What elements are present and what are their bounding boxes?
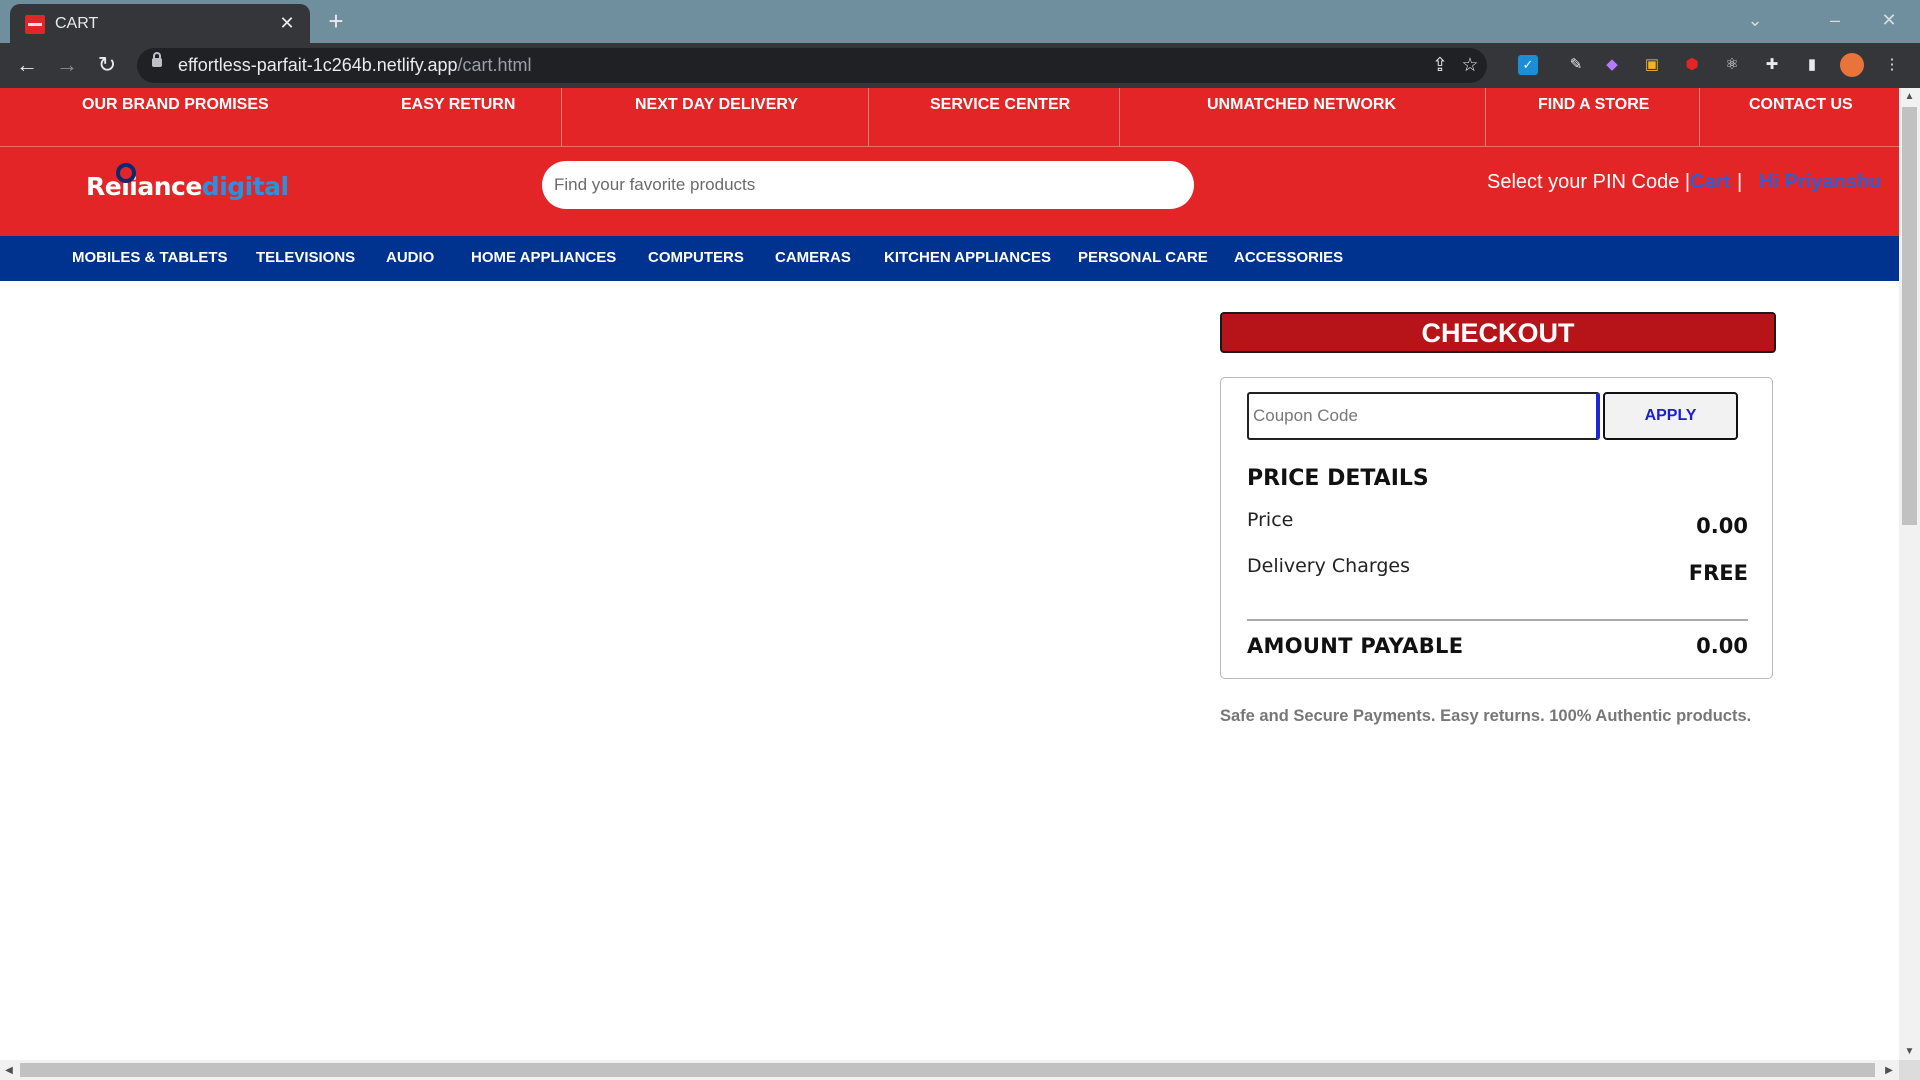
extension-purple-icon[interactable]: ◆ bbox=[1600, 53, 1624, 77]
secure-payments-note: Safe and Secure Payments. Easy returns. … bbox=[1220, 707, 1752, 725]
divider bbox=[868, 88, 869, 146]
scroll-right-icon[interactable]: ▶ bbox=[1880, 1062, 1898, 1079]
scroll-up-icon[interactable]: ▲ bbox=[1899, 88, 1920, 105]
promise-find-store[interactable]: FIND A STORE bbox=[1538, 96, 1649, 114]
apply-coupon-button[interactable]: APPLY bbox=[1603, 392, 1738, 440]
cart-link[interactable]: Cart bbox=[1690, 171, 1730, 194]
divider bbox=[561, 88, 562, 146]
site-favicon-icon bbox=[25, 15, 45, 34]
extension-stop-icon[interactable]: ⬢ bbox=[1680, 53, 1704, 77]
scrollbar-corner bbox=[1899, 1060, 1920, 1080]
promise-contact-us[interactable]: CONTACT US bbox=[1749, 96, 1853, 114]
brand-promises-bar: OUR BRAND PROMISES EASY RETURN NEXT DAY … bbox=[0, 88, 1899, 147]
horizontal-scrollbar[interactable]: ◀ ▶ bbox=[0, 1060, 1899, 1080]
price-details-title: PRICE DETAILS bbox=[1247, 466, 1429, 491]
new-tab-icon[interactable]: + bbox=[322, 8, 350, 35]
reload-icon[interactable]: ↻ bbox=[92, 50, 122, 80]
forward-icon[interactable]: → bbox=[52, 50, 82, 80]
extension-react-icon[interactable]: ⚛ bbox=[1720, 53, 1744, 77]
address-bar[interactable]: effortless-parfait-1c264b.netlify.app/ca… bbox=[137, 48, 1487, 83]
site-header: Reliancedigital Select your PIN Code | C… bbox=[0, 147, 1899, 236]
side-panel-icon[interactable]: ▮ bbox=[1800, 53, 1824, 77]
category-home-appliances[interactable]: HOME APPLIANCES bbox=[471, 249, 616, 266]
divider bbox=[1247, 619, 1748, 621]
close-tab-icon[interactable]: ✕ bbox=[276, 12, 298, 34]
logo-ring-icon bbox=[116, 163, 136, 183]
category-mobiles-tablets[interactable]: MOBILES & TABLETS bbox=[72, 249, 228, 266]
divider bbox=[1119, 88, 1120, 146]
lock-icon bbox=[152, 52, 162, 67]
promise-next-day-delivery[interactable]: NEXT DAY DELIVERY bbox=[635, 96, 798, 114]
scroll-down-icon[interactable]: ▼ bbox=[1899, 1043, 1920, 1060]
amount-payable-value: 0.00 bbox=[1696, 634, 1748, 658]
back-icon[interactable]: ← bbox=[12, 50, 42, 80]
category-computers[interactable]: COMPUTERS bbox=[648, 249, 744, 266]
vertical-scrollbar[interactable]: ▲ ▼ bbox=[1899, 88, 1920, 1060]
price-details-card: APPLY PRICE DETAILS Price 0.00 Delivery … bbox=[1220, 377, 1773, 679]
browser-tab[interactable]: CART ✕ bbox=[10, 4, 310, 43]
amount-payable-label: AMOUNT PAYABLE bbox=[1247, 634, 1464, 658]
search-input[interactable] bbox=[542, 161, 1194, 209]
category-audio[interactable]: AUDIO bbox=[386, 249, 434, 266]
header-separator: | bbox=[1737, 171, 1743, 193]
horizontal-scroll-thumb[interactable] bbox=[20, 1063, 1875, 1077]
tab-title: CART bbox=[55, 15, 99, 32]
promise-service-center[interactable]: SERVICE CENTER bbox=[930, 96, 1070, 114]
promise-easy-return[interactable]: EASY RETURN bbox=[401, 96, 515, 114]
price-label: Price bbox=[1247, 509, 1294, 531]
promise-unmatched-network[interactable]: UNMATCHED NETWORK bbox=[1207, 96, 1396, 114]
share-icon[interactable]: ⇪ bbox=[1427, 53, 1453, 79]
tab-search-icon[interactable]: ⌄ bbox=[1735, 6, 1775, 34]
checkout-button[interactable]: CHECKOUT bbox=[1220, 312, 1776, 353]
scroll-left-icon[interactable]: ◀ bbox=[0, 1062, 18, 1079]
logo-text-reliance: Reliance bbox=[86, 172, 202, 201]
price-value: 0.00 bbox=[1696, 514, 1748, 538]
divider bbox=[1699, 88, 1700, 146]
category-nav: MOBILES & TABLETS TELEVISIONS AUDIO HOME… bbox=[0, 236, 1899, 281]
user-greeting[interactable]: Hi Priyanshu bbox=[1759, 171, 1881, 194]
category-televisions[interactable]: TELEVISIONS bbox=[256, 249, 355, 266]
extension-pen-icon[interactable]: ✎ bbox=[1564, 53, 1588, 77]
profile-avatar-icon[interactable] bbox=[1840, 53, 1864, 77]
extension-note-icon[interactable]: ▣ bbox=[1640, 53, 1664, 77]
minimize-icon[interactable]: – bbox=[1815, 6, 1855, 34]
category-accessories[interactable]: ACCESSORIES bbox=[1234, 249, 1343, 266]
reliance-digital-logo[interactable]: Reliancedigital bbox=[86, 163, 289, 212]
divider bbox=[1485, 88, 1486, 146]
coupon-code-input[interactable] bbox=[1247, 392, 1600, 440]
extensions-puzzle-icon[interactable]: ✚ bbox=[1760, 53, 1784, 77]
menu-kebab-icon[interactable]: ⋮ bbox=[1880, 53, 1904, 77]
browser-tabstrip: CART ✕ + ⌄ – ✕ bbox=[0, 0, 1920, 43]
url-text: effortless-parfait-1c264b.netlify.app/ca… bbox=[178, 55, 532, 75]
category-personal-care[interactable]: PERSONAL CARE bbox=[1078, 249, 1208, 266]
delivery-charges-label: Delivery Charges bbox=[1247, 555, 1410, 577]
vertical-scroll-thumb[interactable] bbox=[1902, 107, 1917, 525]
logo-text-digital: digital bbox=[201, 172, 289, 201]
delivery-charges-value: FREE bbox=[1688, 561, 1748, 585]
extension-check-icon[interactable]: ✓ bbox=[1518, 55, 1538, 75]
bookmark-star-icon[interactable]: ☆ bbox=[1457, 53, 1483, 79]
pin-code-selector[interactable]: Select your PIN Code | bbox=[1487, 171, 1690, 194]
close-window-icon[interactable]: ✕ bbox=[1869, 6, 1909, 34]
category-cameras[interactable]: CAMERAS bbox=[775, 249, 851, 266]
promise-brand[interactable]: OUR BRAND PROMISES bbox=[82, 96, 269, 114]
browser-toolbar: ← → ↻ effortless-parfait-1c264b.netlify.… bbox=[0, 43, 1920, 88]
category-kitchen-appliances[interactable]: KITCHEN APPLIANCES bbox=[884, 249, 1051, 266]
